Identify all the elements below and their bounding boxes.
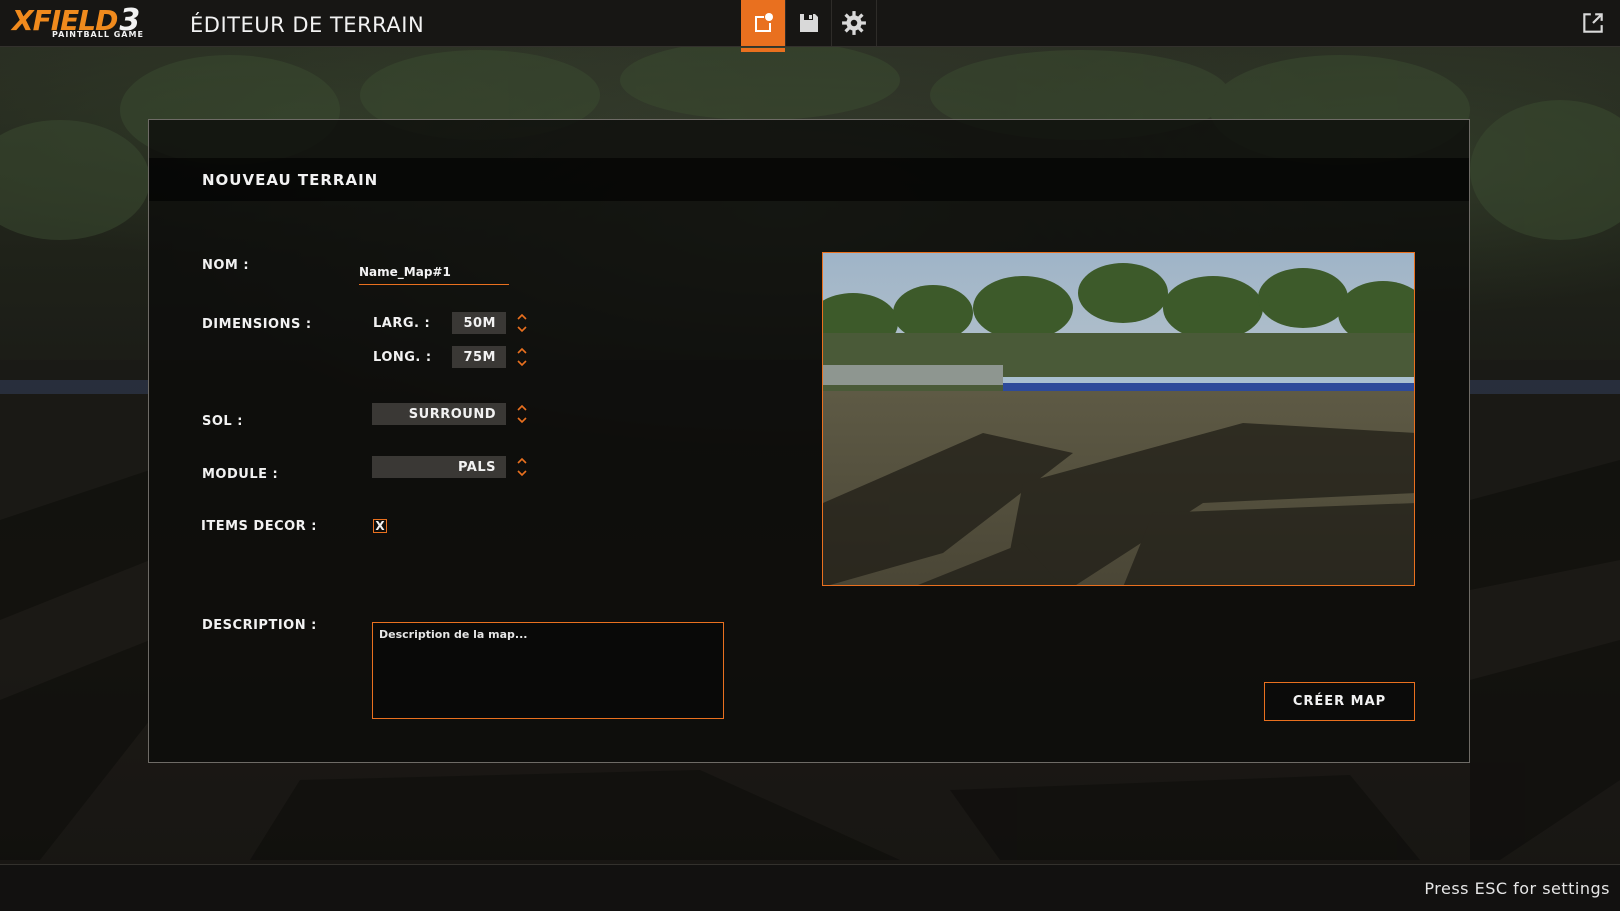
external-window-button[interactable] (1580, 10, 1606, 36)
panel-title: NOUVEAU TERRAIN (202, 171, 379, 189)
chevron-up-icon (517, 313, 527, 320)
bottom-bar: Press ESC for settings (0, 864, 1620, 911)
gear-icon (842, 11, 866, 35)
save-button[interactable] (787, 0, 832, 46)
new-terrain-panel: NOUVEAU TERRAIN NOM : DIMENSIONS : LARG.… (148, 119, 1470, 763)
top-bar: XFIELD 3 PAINTBALL GAME ÉDITEUR DE TERRA… (0, 0, 1620, 52)
chevron-up-icon (517, 457, 527, 464)
length-value: 75M (452, 346, 506, 368)
ground-value: SURROUND (372, 403, 506, 425)
terrain-preview-image (822, 252, 1415, 586)
chevron-up-icon (517, 347, 527, 354)
width-label: LARG. : (373, 316, 431, 331)
chevron-down-icon (517, 360, 527, 367)
ground-label: SOL : (202, 414, 243, 429)
settings-button[interactable] (832, 0, 877, 46)
width-stepper[interactable] (515, 312, 529, 334)
map-name-input[interactable] (359, 262, 509, 285)
game-screen: XFIELD 3 PAINTBALL GAME ÉDITEUR DE TERRA… (0, 0, 1620, 911)
chevron-up-icon (517, 404, 527, 411)
preview-scene (823, 253, 1414, 585)
module-value: PALS (372, 456, 506, 478)
game-logo: XFIELD 3 PAINTBALL GAME (12, 6, 143, 40)
logo-subtitle: PAINTBALL GAME (52, 30, 144, 39)
new-map-icon (755, 13, 773, 32)
external-link-icon (1583, 13, 1603, 33)
description-textarea[interactable] (372, 622, 724, 719)
description-label: DESCRIPTION : (202, 618, 317, 633)
dimensions-label: DIMENSIONS : (202, 317, 312, 332)
ground-stepper[interactable] (515, 403, 529, 425)
length-label: LONG. : (373, 350, 432, 365)
chevron-down-icon (517, 470, 527, 477)
name-label: NOM : (202, 258, 250, 273)
create-map-button[interactable]: CRÉER MAP (1264, 682, 1415, 721)
items-decor-label: ITEMS DECOR : (201, 519, 317, 534)
width-value: 50M (452, 312, 506, 334)
chevron-down-icon (517, 326, 527, 333)
save-icon (800, 14, 818, 32)
panel-header: NOUVEAU TERRAIN (149, 158, 1469, 201)
items-decor-checkbox[interactable]: X (373, 519, 387, 533)
new-map-button[interactable] (741, 0, 786, 52)
module-label: MODULE : (202, 467, 279, 482)
chevron-down-icon (517, 417, 527, 424)
module-stepper[interactable] (515, 456, 529, 478)
checkbox-mark: X (375, 519, 385, 533)
settings-hint: Press ESC for settings (1424, 879, 1610, 898)
editor-title: ÉDITEUR DE TERRAIN (190, 13, 425, 37)
length-stepper[interactable] (515, 346, 529, 368)
